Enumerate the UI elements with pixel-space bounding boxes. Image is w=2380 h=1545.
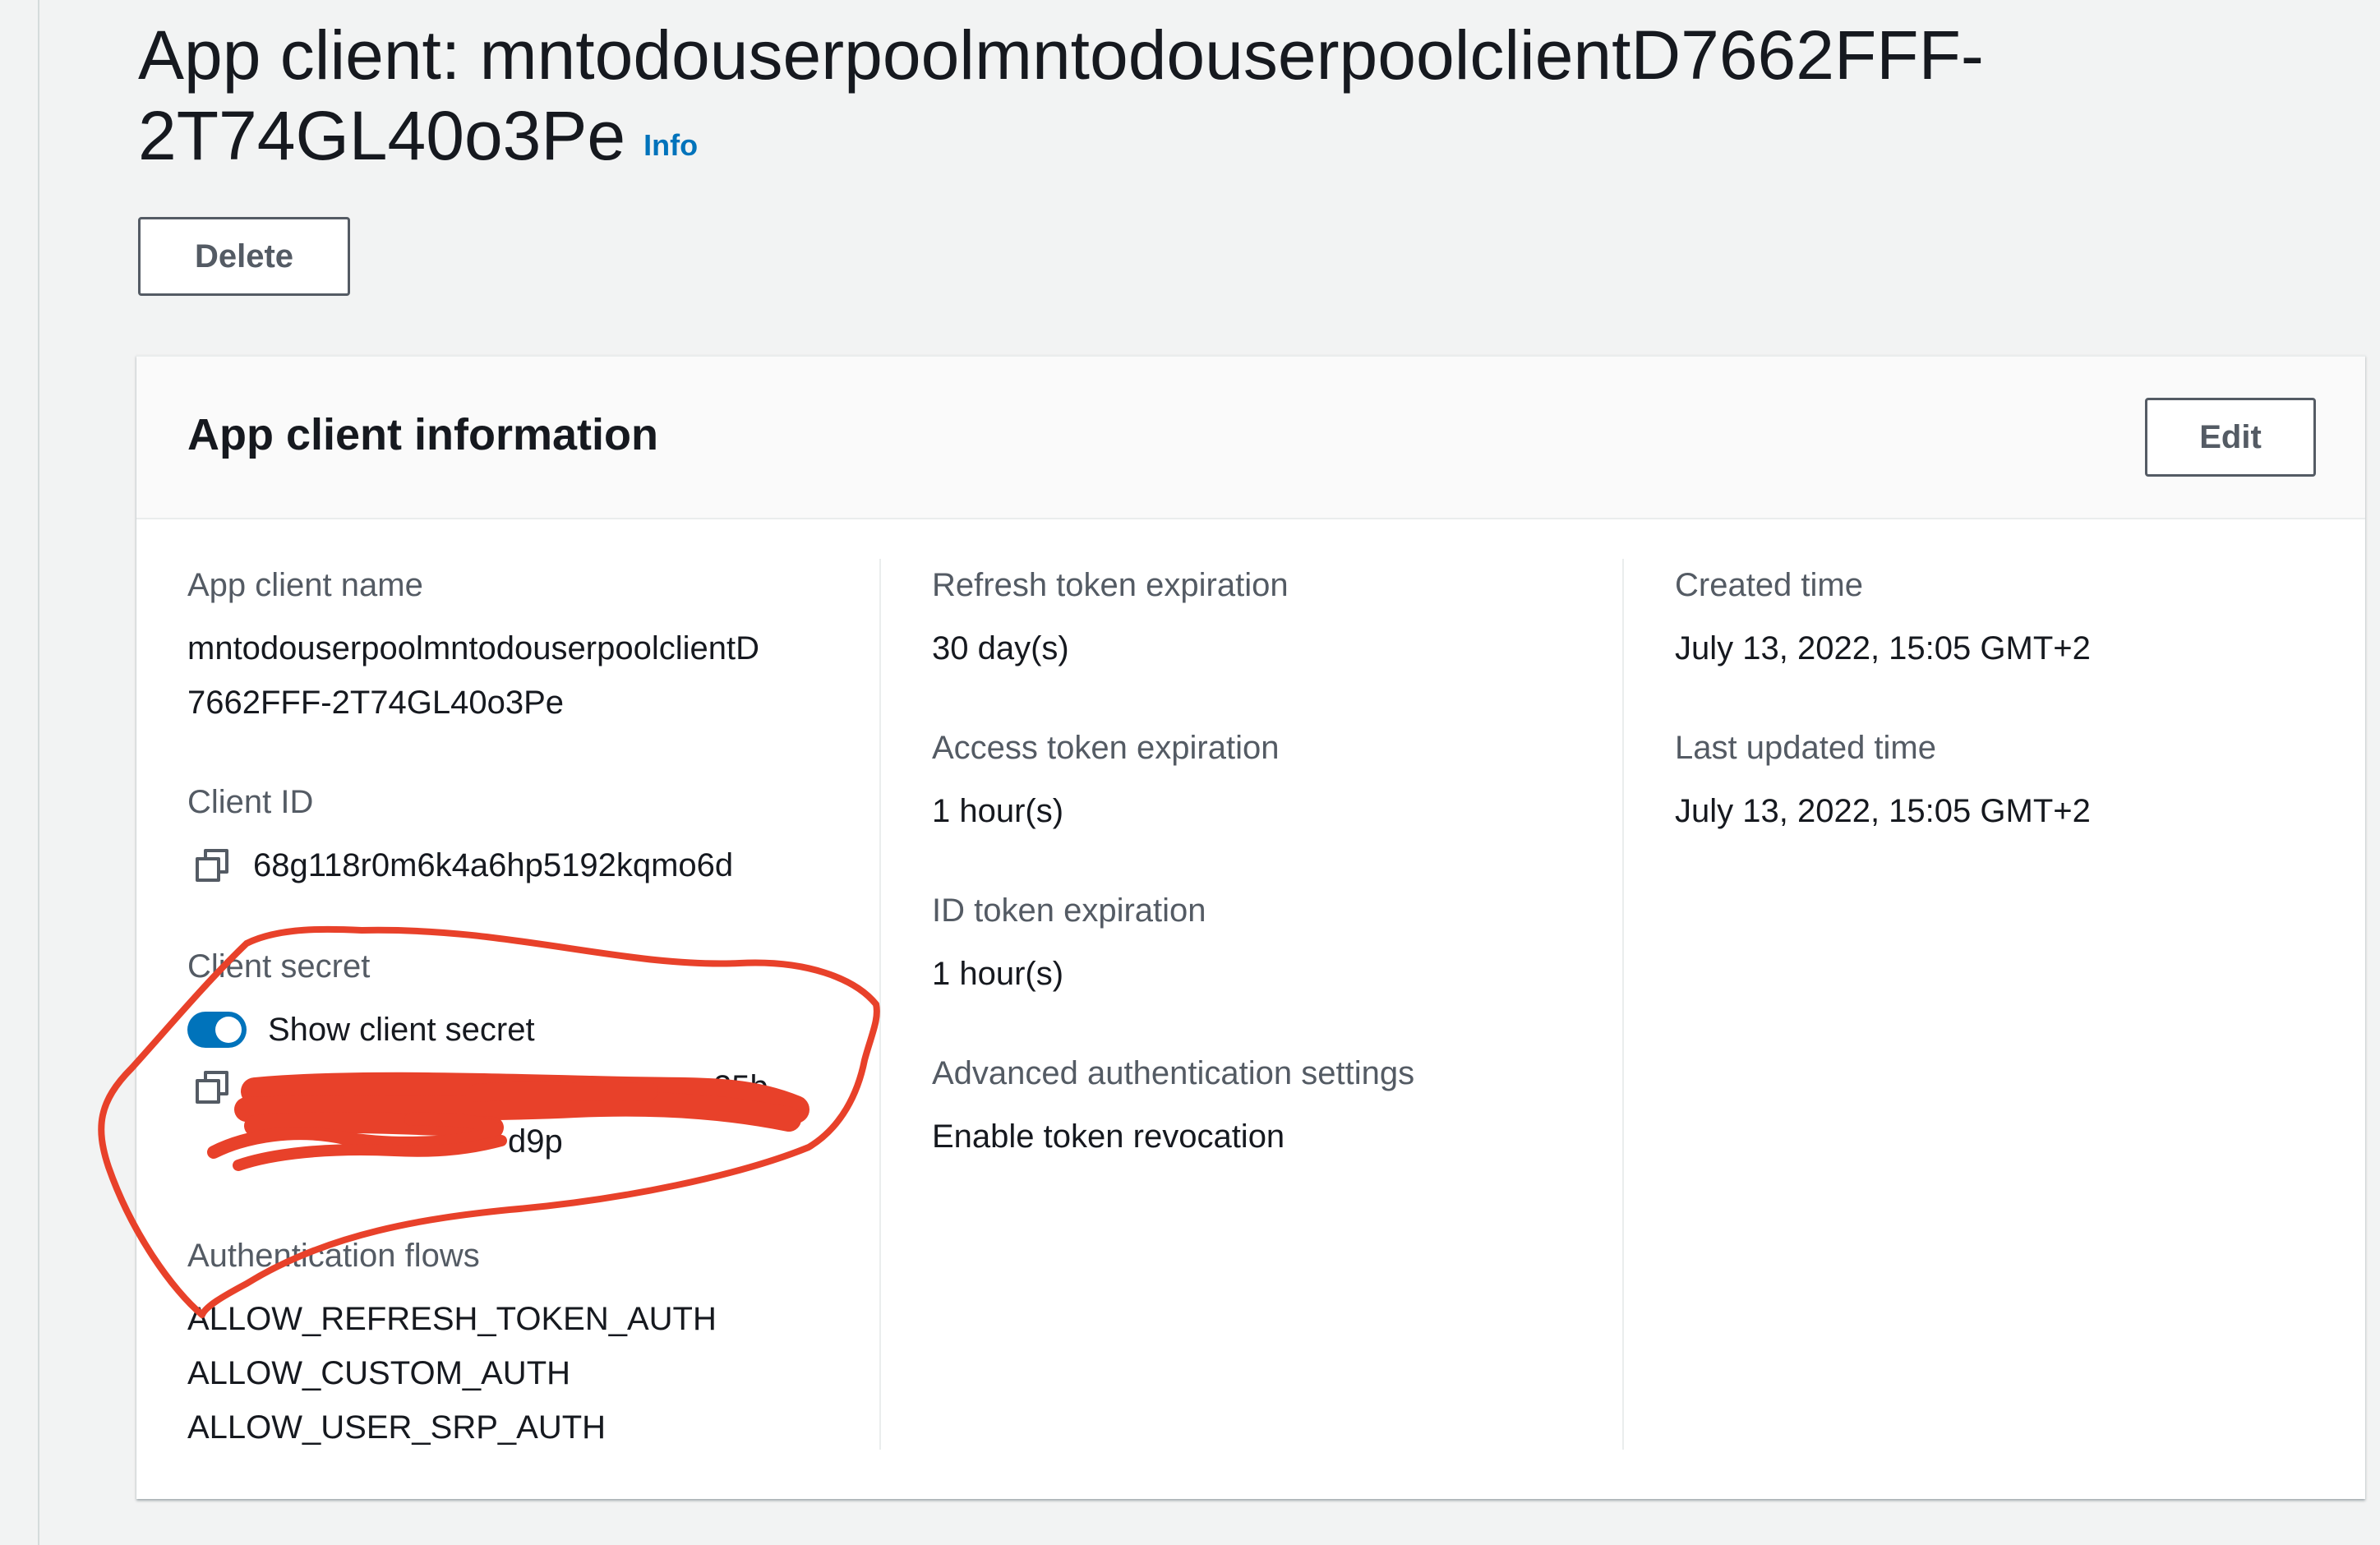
app-client-name-value-line1: mntodouserpoolmntodouserpoolclientD	[187, 630, 759, 666]
show-client-secret-label: Show client secret	[268, 1012, 535, 1048]
id-token-expiration-field: ID token expiration 1 hour(s)	[932, 891, 1206, 1001]
last-updated-time-value: July 13, 2022, 15:05 GMT+2	[1675, 793, 2091, 829]
access-token-expiration-label: Access token expiration	[932, 730, 1280, 766]
client-secret-value-line1-tail: 25b	[713, 1069, 768, 1105]
left-navigation-rail	[0, 0, 39, 1545]
column-divider	[879, 559, 881, 1450]
refresh-token-expiration-label: Refresh token expiration	[932, 567, 1289, 603]
last-updated-time-field: Last updated time July 13, 2022, 15:05 G…	[1675, 728, 2091, 838]
card-header: App client information	[136, 357, 2365, 519]
authentication-flow-item: ALLOW_REFRESH_TOKEN_AUTH	[187, 1301, 717, 1337]
client-id-label: Client ID	[187, 784, 314, 820]
id-token-expiration-label: ID token expiration	[932, 892, 1206, 929]
advanced-authentication-settings-field: Advanced authentication settings Enable …	[932, 1054, 1414, 1164]
authentication-flow-item: ALLOW_CUSTOM_AUTH	[187, 1355, 571, 1391]
app-client-name-field: App client name mntodouserpoolmntodouser…	[187, 565, 759, 730]
client-secret-field: Client secret Show client secret 25b d9p	[187, 947, 845, 1169]
page-title-text: App client: mntodouserpoolmntodouserpool…	[138, 16, 1984, 174]
client-secret-row: 25b	[187, 1060, 845, 1114]
show-client-secret-toggle[interactable]	[187, 1012, 247, 1048]
edit-button[interactable]: Edit	[2145, 398, 2316, 477]
page-title: App client: mntodouserpoolmntodouserpool…	[138, 15, 2275, 186]
copy-icon[interactable]	[194, 847, 230, 883]
advanced-authentication-settings-value: Enable token revocation	[932, 1118, 1285, 1155]
card-title: App client information	[187, 410, 658, 459]
app-client-name-label: App client name	[187, 567, 423, 603]
created-time-label: Created time	[1675, 567, 1863, 603]
access-token-expiration-value: 1 hour(s)	[932, 793, 1064, 829]
info-link[interactable]: Info	[643, 128, 698, 162]
toggle-knob	[215, 1017, 242, 1043]
authentication-flows-label: Authentication flows	[187, 1238, 480, 1274]
client-secret-label: Client secret	[187, 948, 371, 985]
refresh-token-expiration-value: 30 day(s)	[932, 630, 1069, 666]
client-secret-value-line2-tail: d9p	[508, 1123, 563, 1160]
id-token-expiration-value: 1 hour(s)	[932, 956, 1064, 992]
created-time-field: Created time July 13, 2022, 15:05 GMT+2	[1675, 565, 2091, 676]
access-token-expiration-field: Access token expiration 1 hour(s)	[932, 728, 1279, 838]
column-divider	[1622, 559, 1624, 1450]
created-time-value: July 13, 2022, 15:05 GMT+2	[1675, 630, 2091, 666]
advanced-authentication-settings-label: Advanced authentication settings	[932, 1055, 1415, 1091]
client-id-row: 68g118r0m6k4a6hp5192kqmo6d	[187, 838, 733, 892]
authentication-flows-field: Authentication flows ALLOW_REFRESH_TOKEN…	[187, 1236, 717, 1455]
last-updated-time-label: Last updated time	[1675, 730, 1936, 766]
client-id-value: 68g118r0m6k4a6hp5192kqmo6d	[253, 847, 734, 883]
delete-button[interactable]: Delete	[138, 217, 350, 296]
authentication-flow-item: ALLOW_USER_SRP_AUTH	[187, 1409, 607, 1446]
copy-icon[interactable]	[194, 1069, 230, 1105]
refresh-token-expiration-field: Refresh token expiration 30 day(s)	[932, 565, 1289, 676]
show-client-secret-toggle-row[interactable]: Show client secret	[187, 1003, 845, 1057]
client-id-field: Client ID 68g118r0m6k4a6hp5192kqmo6d	[187, 782, 733, 892]
app-client-name-value-line2: 7662FFF-2T74GL40o3Pe	[187, 685, 565, 721]
